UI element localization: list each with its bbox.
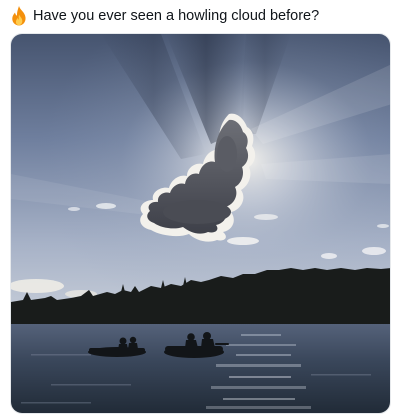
photo-illustration bbox=[11, 34, 390, 413]
post-photo[interactable] bbox=[10, 33, 391, 414]
post-card: Have you ever seen a howling cloud befor… bbox=[0, 0, 400, 418]
post-header: Have you ever seen a howling cloud befor… bbox=[10, 5, 319, 27]
fire-icon bbox=[10, 6, 28, 26]
post-text: Have you ever seen a howling cloud befor… bbox=[33, 8, 320, 24]
